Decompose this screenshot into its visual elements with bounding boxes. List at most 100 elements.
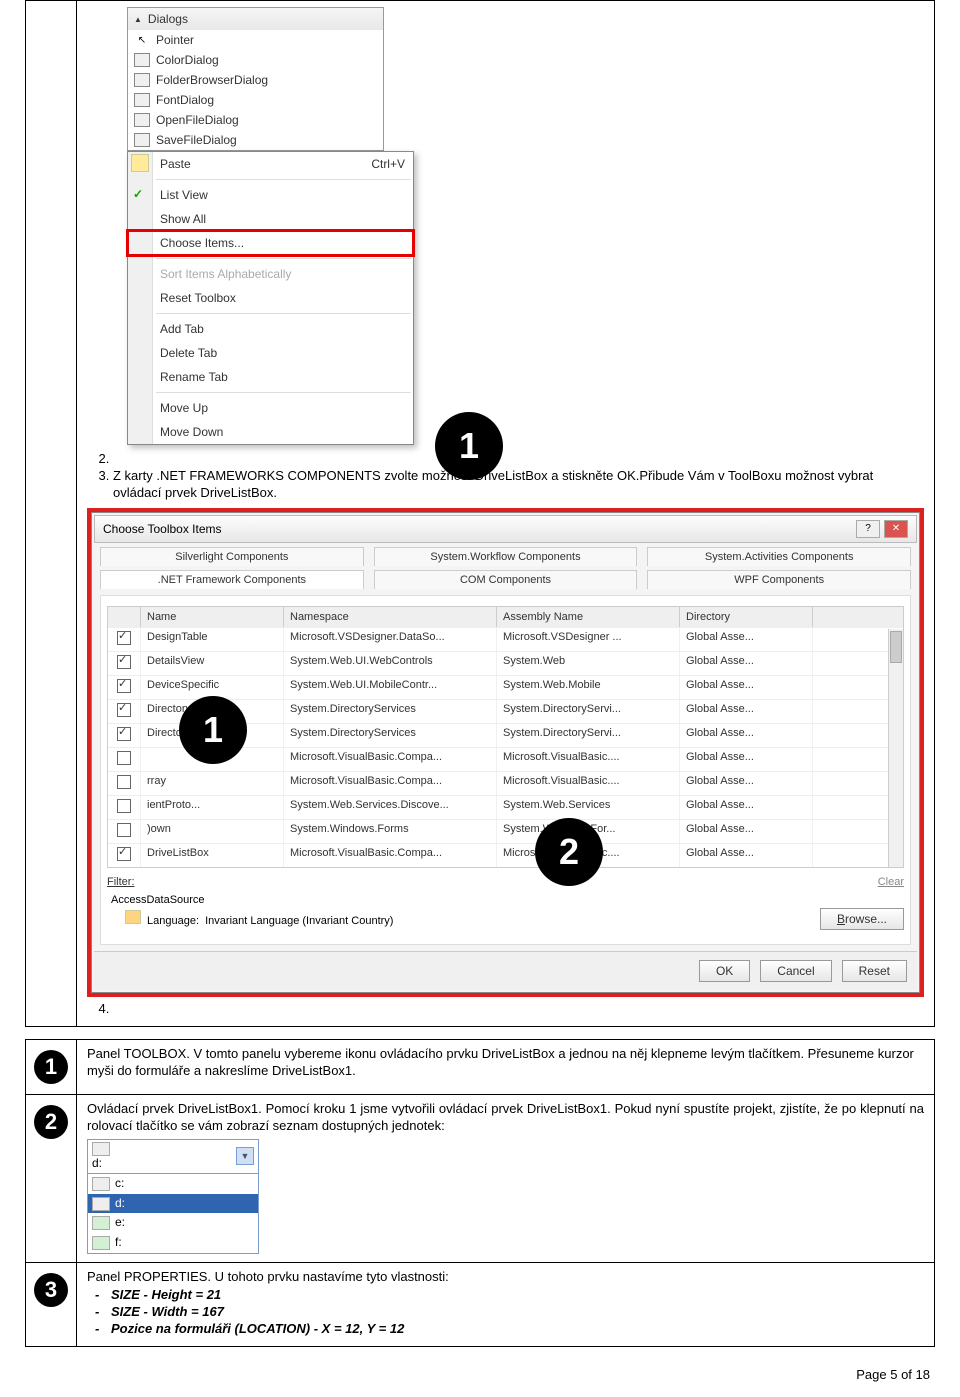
- menu-show-all[interactable]: Show All: [128, 207, 413, 231]
- tab-com[interactable]: COM Components: [374, 570, 638, 589]
- table-row[interactable]: DriveListBoxMicrosoft.VisualBasic.Compa.…: [108, 843, 903, 867]
- filter-label: Filter:: [107, 876, 135, 888]
- toolbox-group-header[interactable]: ▲ Dialogs: [128, 8, 383, 30]
- checkbox[interactable]: [117, 631, 131, 645]
- checkbox[interactable]: [117, 679, 131, 693]
- toolbox-item[interactable]: ColorDialog: [128, 50, 383, 70]
- toolbox-group-label: Dialogs: [148, 12, 188, 26]
- checkbox[interactable]: [117, 727, 131, 741]
- menu-rename-tab[interactable]: Rename Tab: [128, 365, 413, 389]
- menu-move-down[interactable]: Move Down: [128, 420, 413, 444]
- check-icon: ✓: [133, 187, 143, 201]
- table-row[interactable]: DetailsViewSystem.Web.UI.WebControlsSyst…: [108, 651, 903, 675]
- language-label: Language:: [147, 915, 199, 927]
- menu-label: Move Down: [160, 425, 223, 439]
- scrollbar-thumb[interactable]: [890, 631, 902, 663]
- drive-icon: [92, 1142, 110, 1156]
- cell-directory: Global Asse...: [680, 820, 813, 843]
- checkbox[interactable]: [117, 799, 131, 813]
- cell-namespace: System.DirectoryServices: [284, 700, 497, 723]
- checkbox[interactable]: [117, 703, 131, 717]
- cancel-button[interactable]: Cancel: [760, 960, 831, 982]
- menu-label: Reset Toolbox: [160, 291, 236, 305]
- cell-namespace: System.DirectoryServices: [284, 724, 497, 747]
- cell-name: ientProto...: [141, 796, 284, 819]
- note-badge-1: 1: [34, 1050, 68, 1084]
- combo-value: d:: [92, 1156, 102, 1170]
- toolbox-item-label: OpenFileDialog: [156, 113, 239, 127]
- checkbox[interactable]: [117, 775, 131, 789]
- table-row[interactable]: DesignTableMicrosoft.VSDesigner.DataSo..…: [108, 627, 903, 651]
- tab-silverlight[interactable]: Silverlight Components: [100, 547, 364, 566]
- menu-choose-items[interactable]: Choose Items...: [128, 231, 413, 255]
- menu-add-tab[interactable]: Add Tab: [128, 317, 413, 341]
- menu-label: Paste: [160, 157, 191, 171]
- toolbox-item[interactable]: ↖Pointer: [128, 30, 383, 50]
- tab-net-framework[interactable]: .NET Framework Components: [100, 570, 364, 589]
- menu-delete-tab[interactable]: Delete Tab: [128, 341, 413, 365]
- drive-icon: [92, 1236, 110, 1250]
- drive-combobox[interactable]: d: ▼ c: d: e: f:: [87, 1139, 259, 1254]
- ok-button[interactable]: OK: [699, 960, 750, 982]
- menu-reset-toolbox[interactable]: Reset Toolbox: [128, 286, 413, 310]
- table-row[interactable]: DriveListBoxArrayMicrosoft.VisualBasic.C…: [108, 867, 903, 868]
- col-assembly[interactable]: Assembly Name: [497, 607, 680, 627]
- tabs-row-top: Silverlight Components System.Workflow C…: [100, 547, 911, 566]
- tab-wpf[interactable]: WPF Components: [647, 570, 911, 589]
- context-menu: PasteCtrl+V ✓ List View Show All Choose I…: [127, 151, 414, 445]
- tab-activities[interactable]: System.Activities Components: [647, 547, 911, 566]
- tab-workflow[interactable]: System.Workflow Components: [374, 547, 638, 566]
- menu-paste[interactable]: PasteCtrl+V: [128, 152, 413, 176]
- toolbox-item[interactable]: FolderBrowserDialog: [128, 70, 383, 90]
- separator: [156, 179, 411, 180]
- checkbox[interactable]: [117, 823, 131, 837]
- cell-namespace: System.Web.UI.WebControls: [284, 652, 497, 675]
- col-name[interactable]: Name: [141, 607, 284, 627]
- toolbox-item-label: FolderBrowserDialog: [156, 73, 268, 87]
- table-row[interactable]: rrayMicrosoft.VisualBasic.Compa...Micros…: [108, 771, 903, 795]
- combo-option[interactable]: e:: [88, 1213, 258, 1233]
- help-button[interactable]: ?: [856, 520, 880, 538]
- drive-icon: [92, 1197, 110, 1211]
- cell-assembly: Microsoft.VisualBasic....: [497, 748, 680, 771]
- table-row[interactable]: )ownSystem.Windows.FormsSystem.Windows.F…: [108, 819, 903, 843]
- cell-assembly: Microsoft.VSDesigner ...: [497, 628, 680, 651]
- checkbox[interactable]: [117, 751, 131, 765]
- dropdown-arrow-icon[interactable]: ▼: [236, 1147, 254, 1165]
- clear-link[interactable]: Clear: [878, 876, 904, 888]
- combo-option[interactable]: c:: [88, 1174, 258, 1194]
- cell-name: )own: [141, 820, 284, 843]
- table-row[interactable]: DeviceSpecificSystem.Web.UI.MobileContr.…: [108, 675, 903, 699]
- menu-label: Add Tab: [160, 322, 204, 336]
- combo-option[interactable]: f:: [88, 1233, 258, 1253]
- table-row[interactable]: ientProto...System.Web.Services.Discove.…: [108, 795, 903, 819]
- menu-move-up[interactable]: Move Up: [128, 396, 413, 420]
- grid-header: Name Namespace Assembly Name Directory: [108, 607, 903, 627]
- toolbox-panel: ▲ Dialogs ↖Pointer ColorDialog FolderBro…: [127, 7, 384, 151]
- language-icon: [125, 910, 141, 924]
- cell-directory: Global Asse...: [680, 772, 813, 795]
- prop-line: SIZE - Height = 21: [87, 1287, 924, 1304]
- menu-list-view[interactable]: ✓ List View: [128, 183, 413, 207]
- component-icon: [134, 92, 150, 108]
- menu-label: Choose Items...: [160, 236, 244, 250]
- col-namespace[interactable]: Namespace: [284, 607, 497, 627]
- toolbox-item[interactable]: OpenFileDialog: [128, 110, 383, 130]
- paste-icon: [131, 154, 149, 172]
- combo-option[interactable]: d:: [88, 1194, 258, 1214]
- scrollbar[interactable]: [888, 629, 903, 867]
- cell-directory: Global Asse...: [680, 724, 813, 747]
- toolbox-item[interactable]: FontDialog: [128, 90, 383, 110]
- combo-options: c: d: e: f:: [88, 1173, 258, 1252]
- close-button[interactable]: ✕: [884, 520, 908, 538]
- toolbox-item[interactable]: SaveFileDialog: [128, 130, 383, 150]
- checkbox[interactable]: [117, 847, 131, 861]
- dialog-titlebar[interactable]: Choose Toolbox Items ? ✕: [94, 515, 917, 543]
- menu-label: List View: [160, 188, 208, 202]
- choose-items-dialog-wrap: 1 2 Choose Toolbox Items ? ✕ Silverlight…: [87, 508, 924, 997]
- col-directory[interactable]: Directory: [680, 607, 813, 627]
- cell-assembly: System.Web: [497, 652, 680, 675]
- reset-button[interactable]: Reset: [842, 960, 907, 982]
- browse-button[interactable]: BBrowse...rowse...: [820, 908, 904, 930]
- checkbox[interactable]: [117, 655, 131, 669]
